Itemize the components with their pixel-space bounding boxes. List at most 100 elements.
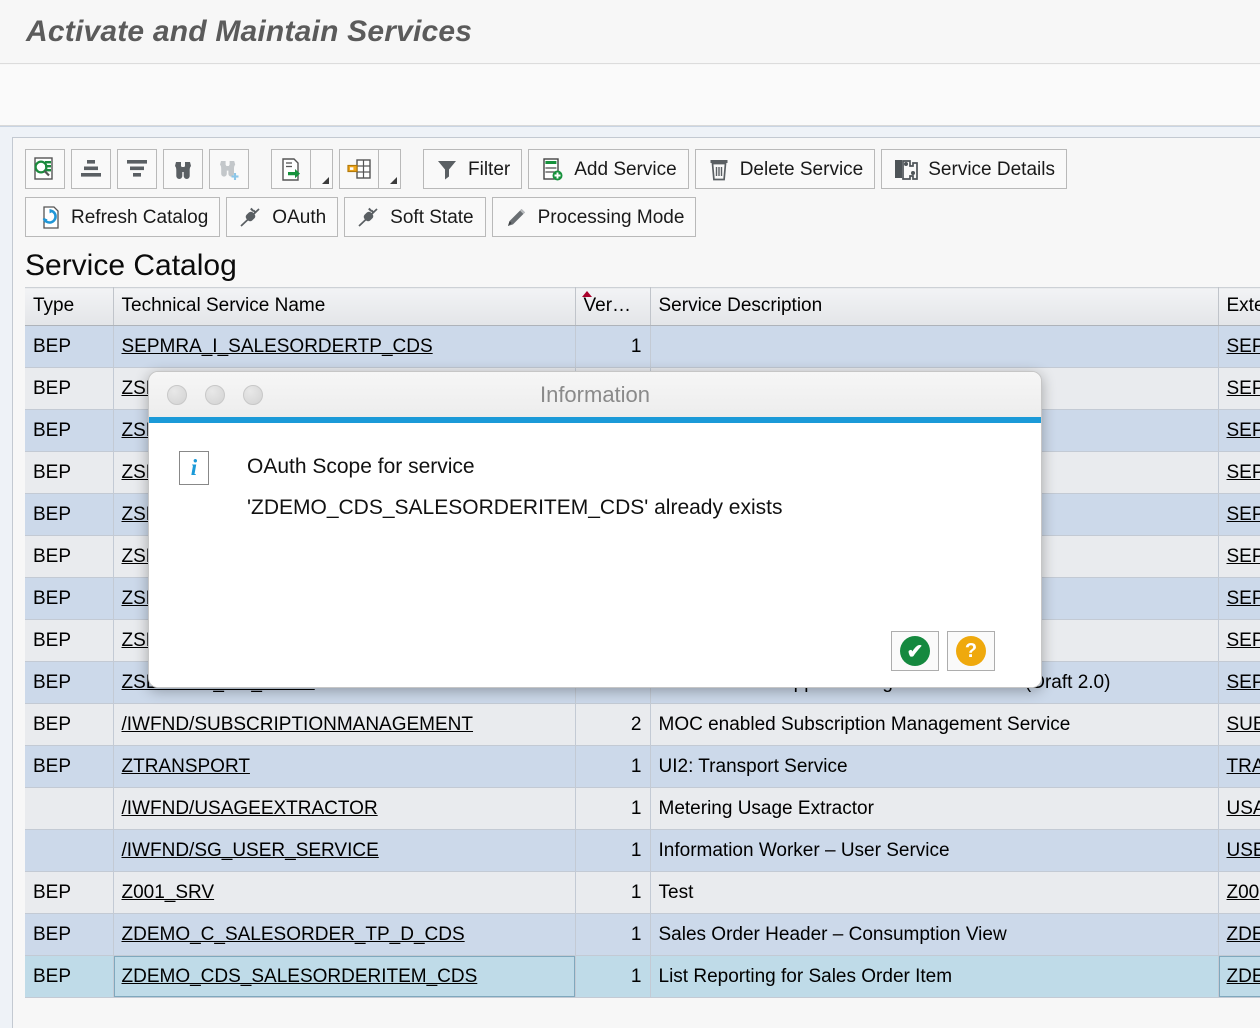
cell-technical-service-name-link[interactable]: ZDEMO_CDS_SALESORDERITEM_CDS (122, 966, 478, 987)
cell-technical-service-name[interactable]: Z001_SRV (113, 872, 575, 914)
cell-external-service-name[interactable]: SEPM (1218, 536, 1260, 578)
cell-external-service-name-link[interactable]: SEPM (1227, 504, 1260, 525)
layout-button[interactable] (339, 149, 379, 189)
sort-descending-button[interactable] (117, 149, 157, 189)
column-header-version[interactable]: Ver… (575, 288, 650, 326)
table-header-row: Type Technical Service Name Ver… Service… (25, 288, 1260, 326)
cell-external-service-name[interactable]: USA (1218, 788, 1260, 830)
cell-external-service-name[interactable]: TRA (1218, 746, 1260, 788)
cell-external-service-name-link[interactable]: SEPM (1227, 546, 1260, 567)
cell-technical-service-name-link[interactable]: /IWFND/SUBSCRIPTIONMANAGEMENT (122, 714, 474, 735)
table-row[interactable]: /IWFND/USAGEEXTRACTOR1Metering Usage Ext… (25, 788, 1260, 830)
puzzle-icon (893, 157, 919, 181)
cell-external-service-name[interactable]: SEPM (1218, 620, 1260, 662)
export-button[interactable] (271, 149, 311, 189)
cell-technical-service-name[interactable]: /IWFND/SG_USER_SERVICE (113, 830, 575, 872)
dialog-ok-button[interactable]: ✔ (891, 631, 939, 671)
soft-state-button[interactable]: Soft State (344, 197, 485, 237)
cell-external-service-name[interactable]: SEPM (1218, 662, 1260, 704)
table-row[interactable]: /IWFND/SG_USER_SERVICE1Information Worke… (25, 830, 1260, 872)
cell-external-service-name-link[interactable]: ZDE (1227, 966, 1260, 987)
check-display-button[interactable] (25, 149, 65, 189)
service-details-button[interactable]: Service Details (881, 149, 1067, 189)
cell-technical-service-name-link[interactable]: ZTRANSPORT (122, 756, 250, 777)
cell-type: BEP (25, 662, 113, 704)
cell-external-service-name-link[interactable]: TRA (1227, 756, 1260, 777)
cell-external-service-name[interactable]: ZDE (1218, 914, 1260, 956)
cell-external-service-name-link[interactable]: SEPM (1227, 630, 1260, 651)
find-next-button[interactable] (209, 149, 249, 189)
cell-external-service-name[interactable]: SEPM (1218, 494, 1260, 536)
table-row[interactable]: BEP/IWFND/SUBSCRIPTIONMANAGEMENT2MOC ena… (25, 704, 1260, 746)
cell-technical-service-name[interactable]: ZDEMO_C_SALESORDER_TP_D_CDS (113, 914, 575, 956)
minimize-icon[interactable] (205, 385, 225, 405)
processing-mode-label: Processing Mode (538, 208, 685, 227)
cell-service-description: Sales Order Header – Consumption View (650, 914, 1218, 956)
find-button[interactable] (163, 149, 203, 189)
processing-mode-button[interactable]: Processing Mode (492, 197, 697, 237)
maximize-icon[interactable] (243, 385, 263, 405)
cell-external-service-name-link[interactable]: SEPM (1227, 378, 1260, 399)
dialog-help-button[interactable]: ? (947, 631, 995, 671)
cell-external-service-name[interactable]: SEPM (1218, 578, 1260, 620)
table-row[interactable]: BEPSEPMRA_I_SALESORDERTP_CDS1SEPM (25, 326, 1260, 368)
column-header-technical-service-name[interactable]: Technical Service Name (113, 288, 575, 326)
close-icon[interactable] (167, 385, 187, 405)
sort-ascending-button[interactable] (71, 149, 111, 189)
dialog-message-line1: OAuth Scope for service (247, 447, 783, 488)
cell-external-service-name[interactable]: SEPM (1218, 452, 1260, 494)
question-mark-icon: ? (956, 636, 986, 666)
cell-technical-service-name[interactable]: ZTRANSPORT (113, 746, 575, 788)
plug-icon (238, 205, 263, 230)
dialog-titlebar: Information (149, 372, 1041, 417)
cell-external-service-name-link[interactable]: Z00 (1227, 882, 1260, 903)
column-header-type[interactable]: Type (25, 288, 113, 326)
cell-technical-service-name[interactable]: /IWFND/USAGEEXTRACTOR (113, 788, 575, 830)
table-row[interactable]: BEPZDEMO_C_SALESORDER_TP_D_CDS1Sales Ord… (25, 914, 1260, 956)
cell-external-service-name-link[interactable]: SEPM (1227, 462, 1260, 483)
section-title: Service Catalog (25, 249, 1260, 283)
add-service-button[interactable]: Add Service (528, 149, 688, 189)
table-row[interactable]: BEPZ001_SRV1TestZ00 (25, 872, 1260, 914)
cell-external-service-name-link[interactable]: SEPM (1227, 588, 1260, 609)
cell-external-service-name[interactable]: SEPM (1218, 410, 1260, 452)
cell-external-service-name-link[interactable]: SEPM (1227, 672, 1260, 693)
cell-external-service-name-link[interactable]: SEPM (1227, 336, 1260, 357)
cell-technical-service-name[interactable]: /IWFND/SUBSCRIPTIONMANAGEMENT (113, 704, 575, 746)
export-dropdown-arrow[interactable] (311, 149, 333, 189)
filter-button[interactable]: Filter (423, 149, 522, 189)
column-header-service-description[interactable]: Service Description (650, 288, 1218, 326)
table-row[interactable]: BEPZTRANSPORT1UI2: Transport ServiceTRA (25, 746, 1260, 788)
cell-version: 1 (575, 956, 650, 998)
cell-type: BEP (25, 914, 113, 956)
cell-service-description: Test (650, 872, 1218, 914)
column-header-external-service-name[interactable]: Exte (1218, 288, 1260, 326)
cell-technical-service-name-link[interactable]: /IWFND/SG_USER_SERVICE (122, 840, 379, 861)
cell-external-service-name[interactable]: USE (1218, 830, 1260, 872)
cell-external-service-name[interactable]: SUBS (1218, 704, 1260, 746)
cell-external-service-name-link[interactable]: USA (1227, 798, 1260, 819)
cell-external-service-name-link[interactable]: SEPM (1227, 420, 1260, 441)
table-row[interactable]: BEPZDEMO_CDS_SALESORDERITEM_CDS1List Rep… (25, 956, 1260, 998)
cell-type: BEP (25, 494, 113, 536)
cell-external-service-name[interactable]: SEPM (1218, 368, 1260, 410)
cell-external-service-name-link[interactable]: SUBS (1227, 714, 1260, 735)
cell-technical-service-name-link[interactable]: /IWFND/USAGEEXTRACTOR (122, 798, 378, 819)
cell-version: 1 (575, 788, 650, 830)
cell-external-service-name[interactable]: Z00 (1218, 872, 1260, 914)
refresh-catalog-button[interactable]: Refresh Catalog (25, 197, 220, 237)
cell-external-service-name-link[interactable]: USE (1227, 840, 1260, 861)
layout-dropdown-arrow[interactable] (379, 149, 401, 189)
information-dialog[interactable]: Information i OAuth Scope for service 'Z… (148, 371, 1042, 688)
cell-technical-service-name-link[interactable]: ZDEMO_C_SALESORDER_TP_D_CDS (122, 924, 465, 945)
cell-external-service-name-link[interactable]: ZDE (1227, 924, 1260, 945)
cell-external-service-name[interactable]: SEPM (1218, 326, 1260, 368)
cell-technical-service-name[interactable]: SEPMRA_I_SALESORDERTP_CDS (113, 326, 575, 368)
cell-technical-service-name-link[interactable]: Z001_SRV (122, 882, 215, 903)
cell-external-service-name[interactable]: ZDE (1218, 956, 1260, 998)
cell-technical-service-name-link[interactable]: SEPMRA_I_SALESORDERTP_CDS (122, 336, 433, 357)
cell-technical-service-name[interactable]: ZDEMO_CDS_SALESORDERITEM_CDS (113, 956, 575, 998)
delete-service-button[interactable]: Delete Service (695, 149, 876, 189)
oauth-button[interactable]: OAuth (226, 197, 338, 237)
funnel-icon (435, 157, 459, 181)
